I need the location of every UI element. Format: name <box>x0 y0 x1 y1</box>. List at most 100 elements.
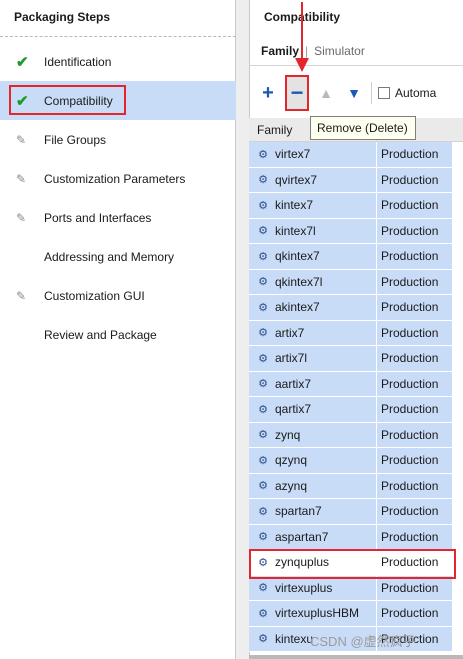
check-icon: ✔ <box>16 53 29 71</box>
table-row[interactable]: ⚙ qartix7 Production <box>249 397 463 423</box>
table-row[interactable]: ⚙ qzynq Production <box>249 448 463 474</box>
checkbox-icon[interactable] <box>378 87 390 99</box>
family-cell[interactable]: ⚙ artix7l <box>249 346 377 372</box>
table-row[interactable]: ⚙ virtexuplusHBM Production <box>249 601 463 627</box>
family-name: zynq <box>275 427 301 442</box>
family-name: spartan7 <box>275 504 322 519</box>
life-cycle-cell[interactable]: Production <box>377 142 452 168</box>
family-cell[interactable]: ⚙ kintex7l <box>249 218 377 244</box>
chip-icon: ⚙ <box>258 531 268 544</box>
family-cell[interactable]: ⚙ zynq <box>249 422 377 448</box>
automatic-checkbox[interactable]: Automa <box>378 86 436 100</box>
life-cycle-cell[interactable]: Production <box>377 601 452 627</box>
tab-family[interactable]: Family <box>261 44 299 58</box>
table-row[interactable]: ⚙ spartan7 Production <box>249 499 463 525</box>
life-cycle-cell[interactable]: Production <box>377 524 452 550</box>
life-cycle-value: Production <box>381 300 439 315</box>
table-row[interactable]: ⚙ aartix7 Production <box>249 371 463 397</box>
family-cell[interactable]: ⚙ azynq <box>249 473 377 499</box>
life-cycle-cell[interactable]: Production <box>377 320 452 346</box>
tab-simulator[interactable]: Simulator <box>314 44 365 58</box>
family-name: qvirtex7 <box>275 172 318 187</box>
step-label: File Groups <box>44 132 107 147</box>
step-item[interactable]: ✎ File Groups <box>0 120 236 159</box>
tab-bar: Family | Simulator <box>250 36 463 66</box>
chip-icon: ⚙ <box>258 276 268 289</box>
table-row[interactable]: ⚙ zynq Production <box>249 422 463 448</box>
family-cell[interactable]: ⚙ qkintex7l <box>249 269 377 295</box>
table-row[interactable]: ⚙ kintex7 Production <box>249 193 463 219</box>
step-item[interactable]: ✎ Customization GUI <box>0 276 236 315</box>
life-cycle-value: Production <box>381 478 439 493</box>
step-label: Identification <box>44 54 112 69</box>
chip-icon: ⚙ <box>258 301 268 314</box>
move-down-icon[interactable]: ▼ <box>343 80 365 106</box>
life-cycle-cell[interactable]: Production <box>377 193 452 219</box>
table-row[interactable]: ⚙ akintex7 Production <box>249 295 463 321</box>
family-cell[interactable]: ⚙ virtexuplusHBM <box>249 601 377 627</box>
life-cycle-cell[interactable]: Production <box>377 371 452 397</box>
family-cell[interactable]: ⚙ virtex7 <box>249 142 377 168</box>
table-row[interactable]: ⚙ qkintex7l Production <box>249 269 463 295</box>
step-item[interactable]: Addressing and Memory <box>0 237 236 276</box>
table-row[interactable]: ⚙ qkintex7 Production <box>249 244 463 270</box>
table-row[interactable]: ⚙ aspartan7 Production <box>249 524 463 550</box>
table-row[interactable]: ⚙ artix7 Production <box>249 320 463 346</box>
table-row[interactable]: ⚙ kintex7l Production <box>249 218 463 244</box>
table-row[interactable]: ⚙ qvirtex7 Production <box>249 167 463 193</box>
add-button[interactable]: + <box>257 80 279 106</box>
family-cell[interactable]: ⚙ qvirtex7 <box>249 167 377 193</box>
step-label: Review and Package <box>44 327 157 342</box>
chip-icon: ⚙ <box>258 505 268 518</box>
packaging-steps-title: Packaging Steps <box>14 10 111 24</box>
life-cycle-value: Production <box>381 172 439 187</box>
step-item[interactable]: ✎ Ports and Interfaces <box>0 198 236 237</box>
family-name: artix7l <box>275 351 308 366</box>
life-cycle-cell[interactable]: Production <box>377 422 452 448</box>
scrollbar-track[interactable] <box>249 655 463 659</box>
family-cell[interactable]: ⚙ artix7 <box>249 320 377 346</box>
remove-button[interactable]: − <box>285 75 309 111</box>
family-name: kintexu <box>275 631 314 646</box>
step-item[interactable]: ✔ Identification <box>0 42 236 81</box>
life-cycle-cell[interactable]: Production <box>377 269 452 295</box>
step-item[interactable]: ✎ Customization Parameters <box>0 159 236 198</box>
step-item[interactable]: Review and Package <box>0 315 236 354</box>
compatibility-title: Compatibility <box>250 0 463 34</box>
chip-icon: ⚙ <box>258 199 268 212</box>
chip-icon: ⚙ <box>258 607 268 620</box>
table-row[interactable]: ⚙ virtexuplus Production <box>249 575 463 601</box>
life-cycle-cell[interactable]: Production <box>377 295 452 321</box>
life-cycle-cell[interactable]: Production <box>377 575 452 601</box>
family-cell[interactable]: ⚙ qkintex7 <box>249 244 377 270</box>
table-row[interactable]: ⚙ virtex7 Production <box>249 142 463 168</box>
life-cycle-cell[interactable]: Production <box>377 448 452 474</box>
life-cycle-cell[interactable]: Production <box>377 397 452 423</box>
life-cycle-cell[interactable]: Production <box>377 346 452 372</box>
family-cell[interactable]: ⚙ qzynq <box>249 448 377 474</box>
life-cycle-value: Production <box>381 606 439 621</box>
family-cell[interactable]: ⚙ aartix7 <box>249 371 377 397</box>
move-up-icon[interactable]: ▲ <box>315 80 337 106</box>
family-cell[interactable]: ⚙ virtexuplus <box>249 575 377 601</box>
chip-icon: ⚙ <box>258 250 268 263</box>
family-cell[interactable]: ⚙ qartix7 <box>249 397 377 423</box>
table-row[interactable]: ⚙ artix7l Production <box>249 346 463 372</box>
life-cycle-value: Production <box>381 580 439 595</box>
chip-icon: ⚙ <box>258 633 268 646</box>
pencil-icon: ✎ <box>16 210 27 225</box>
watermark: CSDN @虚然疯子 <box>310 634 416 649</box>
panel-gap <box>236 0 249 659</box>
life-cycle-cell[interactable]: Production <box>377 167 452 193</box>
life-cycle-cell[interactable]: Production <box>377 218 452 244</box>
life-cycle-cell[interactable]: Production <box>377 473 452 499</box>
life-cycle-cell[interactable]: Production <box>377 499 452 525</box>
family-cell[interactable]: ⚙ akintex7 <box>249 295 377 321</box>
table-row[interactable]: ⚙ azynq Production <box>249 473 463 499</box>
family-name: azynq <box>275 478 308 493</box>
life-cycle-cell[interactable]: Production <box>377 244 452 270</box>
family-cell[interactable]: ⚙ aspartan7 <box>249 524 377 550</box>
family-cell[interactable]: ⚙ spartan7 <box>249 499 377 525</box>
chip-icon: ⚙ <box>258 454 268 467</box>
family-cell[interactable]: ⚙ kintex7 <box>249 193 377 219</box>
